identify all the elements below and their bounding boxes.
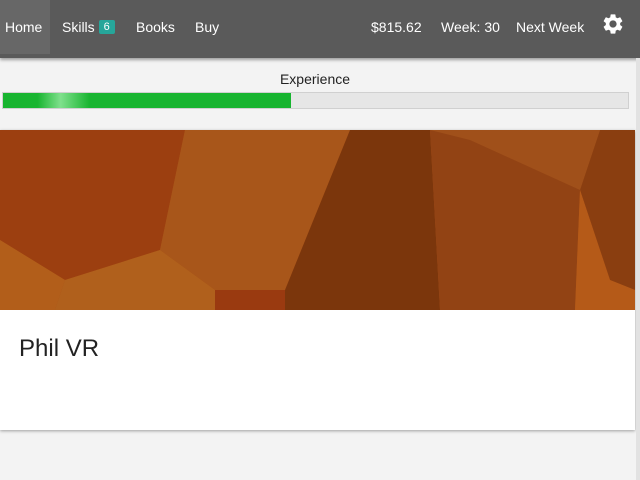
- card-header-image: [0, 130, 635, 310]
- nav-books-label: Books: [136, 19, 175, 35]
- nav-books[interactable]: Books: [136, 0, 175, 54]
- nav-home-label: Home: [5, 19, 43, 35]
- money-display: $815.62: [371, 19, 422, 35]
- next-week-button[interactable]: Next Week: [516, 0, 584, 54]
- nav-home[interactable]: Home: [0, 0, 50, 54]
- project-card[interactable]: Phil VR: [0, 130, 635, 430]
- next-week-label: Next Week: [516, 19, 585, 35]
- skills-count-badge: 6: [98, 20, 115, 35]
- nav-skills[interactable]: Skills 6: [62, 0, 115, 54]
- experience-section: Experience: [0, 58, 636, 118]
- nav-buy[interactable]: Buy: [195, 0, 219, 54]
- nav-skills-label: Skills: [62, 19, 95, 35]
- gear-icon[interactable]: [601, 12, 625, 36]
- experience-label: Experience: [279, 71, 351, 87]
- week-display: Week: 30: [441, 19, 500, 35]
- top-navbar: Home Skills 6 Books Buy $815.62 Week: 30 …: [0, 0, 640, 58]
- nav-buy-label: Buy: [195, 19, 220, 35]
- card-title: Phil VR: [19, 335, 100, 362]
- page-scroll-edge: [636, 58, 640, 480]
- experience-progress-fill: [3, 93, 291, 108]
- experience-progress-bar: [2, 92, 629, 109]
